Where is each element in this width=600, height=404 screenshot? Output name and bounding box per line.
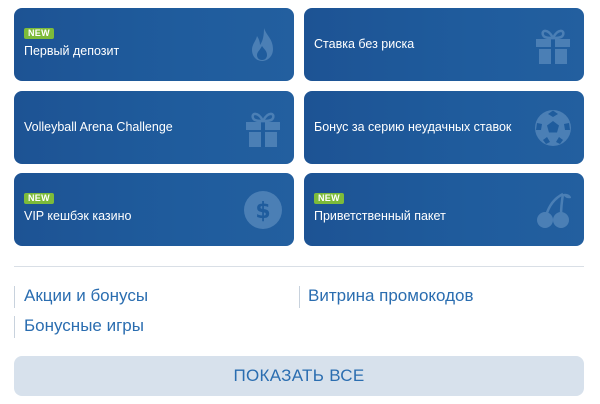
flame-icon <box>242 24 284 66</box>
section-divider <box>14 266 584 267</box>
promo-label: Ставка без риска <box>314 37 415 51</box>
new-badge: NEW <box>24 193 54 204</box>
gift-icon <box>532 24 574 66</box>
promo-card-welcome-pack[interactable]: NEW Приветственный пакет <box>304 173 584 246</box>
cherries-icon <box>532 189 574 231</box>
show-all-button[interactable]: ПОКАЗАТЬ ВСЕ <box>14 356 584 396</box>
bonus-games-link[interactable]: Бонусные игры <box>24 315 144 337</box>
new-badge: NEW <box>24 28 54 39</box>
promo-card-first-deposit[interactable]: NEW Первый депозит <box>14 8 294 81</box>
promo-grid: NEW Первый депозит Ставка без риска Voll… <box>14 8 584 246</box>
promo-card-volleyball-arena[interactable]: Volleyball Arena Challenge <box>14 91 294 164</box>
promo-codes-link[interactable]: Витрина промокодов <box>308 285 474 307</box>
promotions-link[interactable]: Акции и бонусы <box>24 285 148 307</box>
promo-label: Volleyball Arena Challenge <box>24 120 173 134</box>
promo-card-vip-cashback[interactable]: NEW VIP кешбэк казино $ <box>14 173 294 246</box>
new-badge: NEW <box>314 193 344 204</box>
link-separator <box>299 286 300 308</box>
link-separator <box>14 286 15 308</box>
promo-card-risk-free-bet[interactable]: Ставка без риска <box>304 8 584 81</box>
link-separator <box>14 316 15 338</box>
dollar-coin-icon: $ <box>242 189 284 231</box>
gift-icon <box>242 107 284 149</box>
promo-label: Первый депозит <box>24 44 120 58</box>
promo-label: VIP кешбэк казино <box>24 209 132 223</box>
svg-text:$: $ <box>255 199 270 224</box>
promo-label: Приветственный пакет <box>314 209 446 223</box>
promo-links: Акции и бонусы Витрина промокодов Бонусн… <box>14 282 584 342</box>
promo-label: Бонус за серию неудачных ставок <box>314 120 512 134</box>
soccer-ball-icon <box>532 107 574 149</box>
promo-card-losing-streak-bonus[interactable]: Бонус за серию неудачных ставок <box>304 91 584 164</box>
